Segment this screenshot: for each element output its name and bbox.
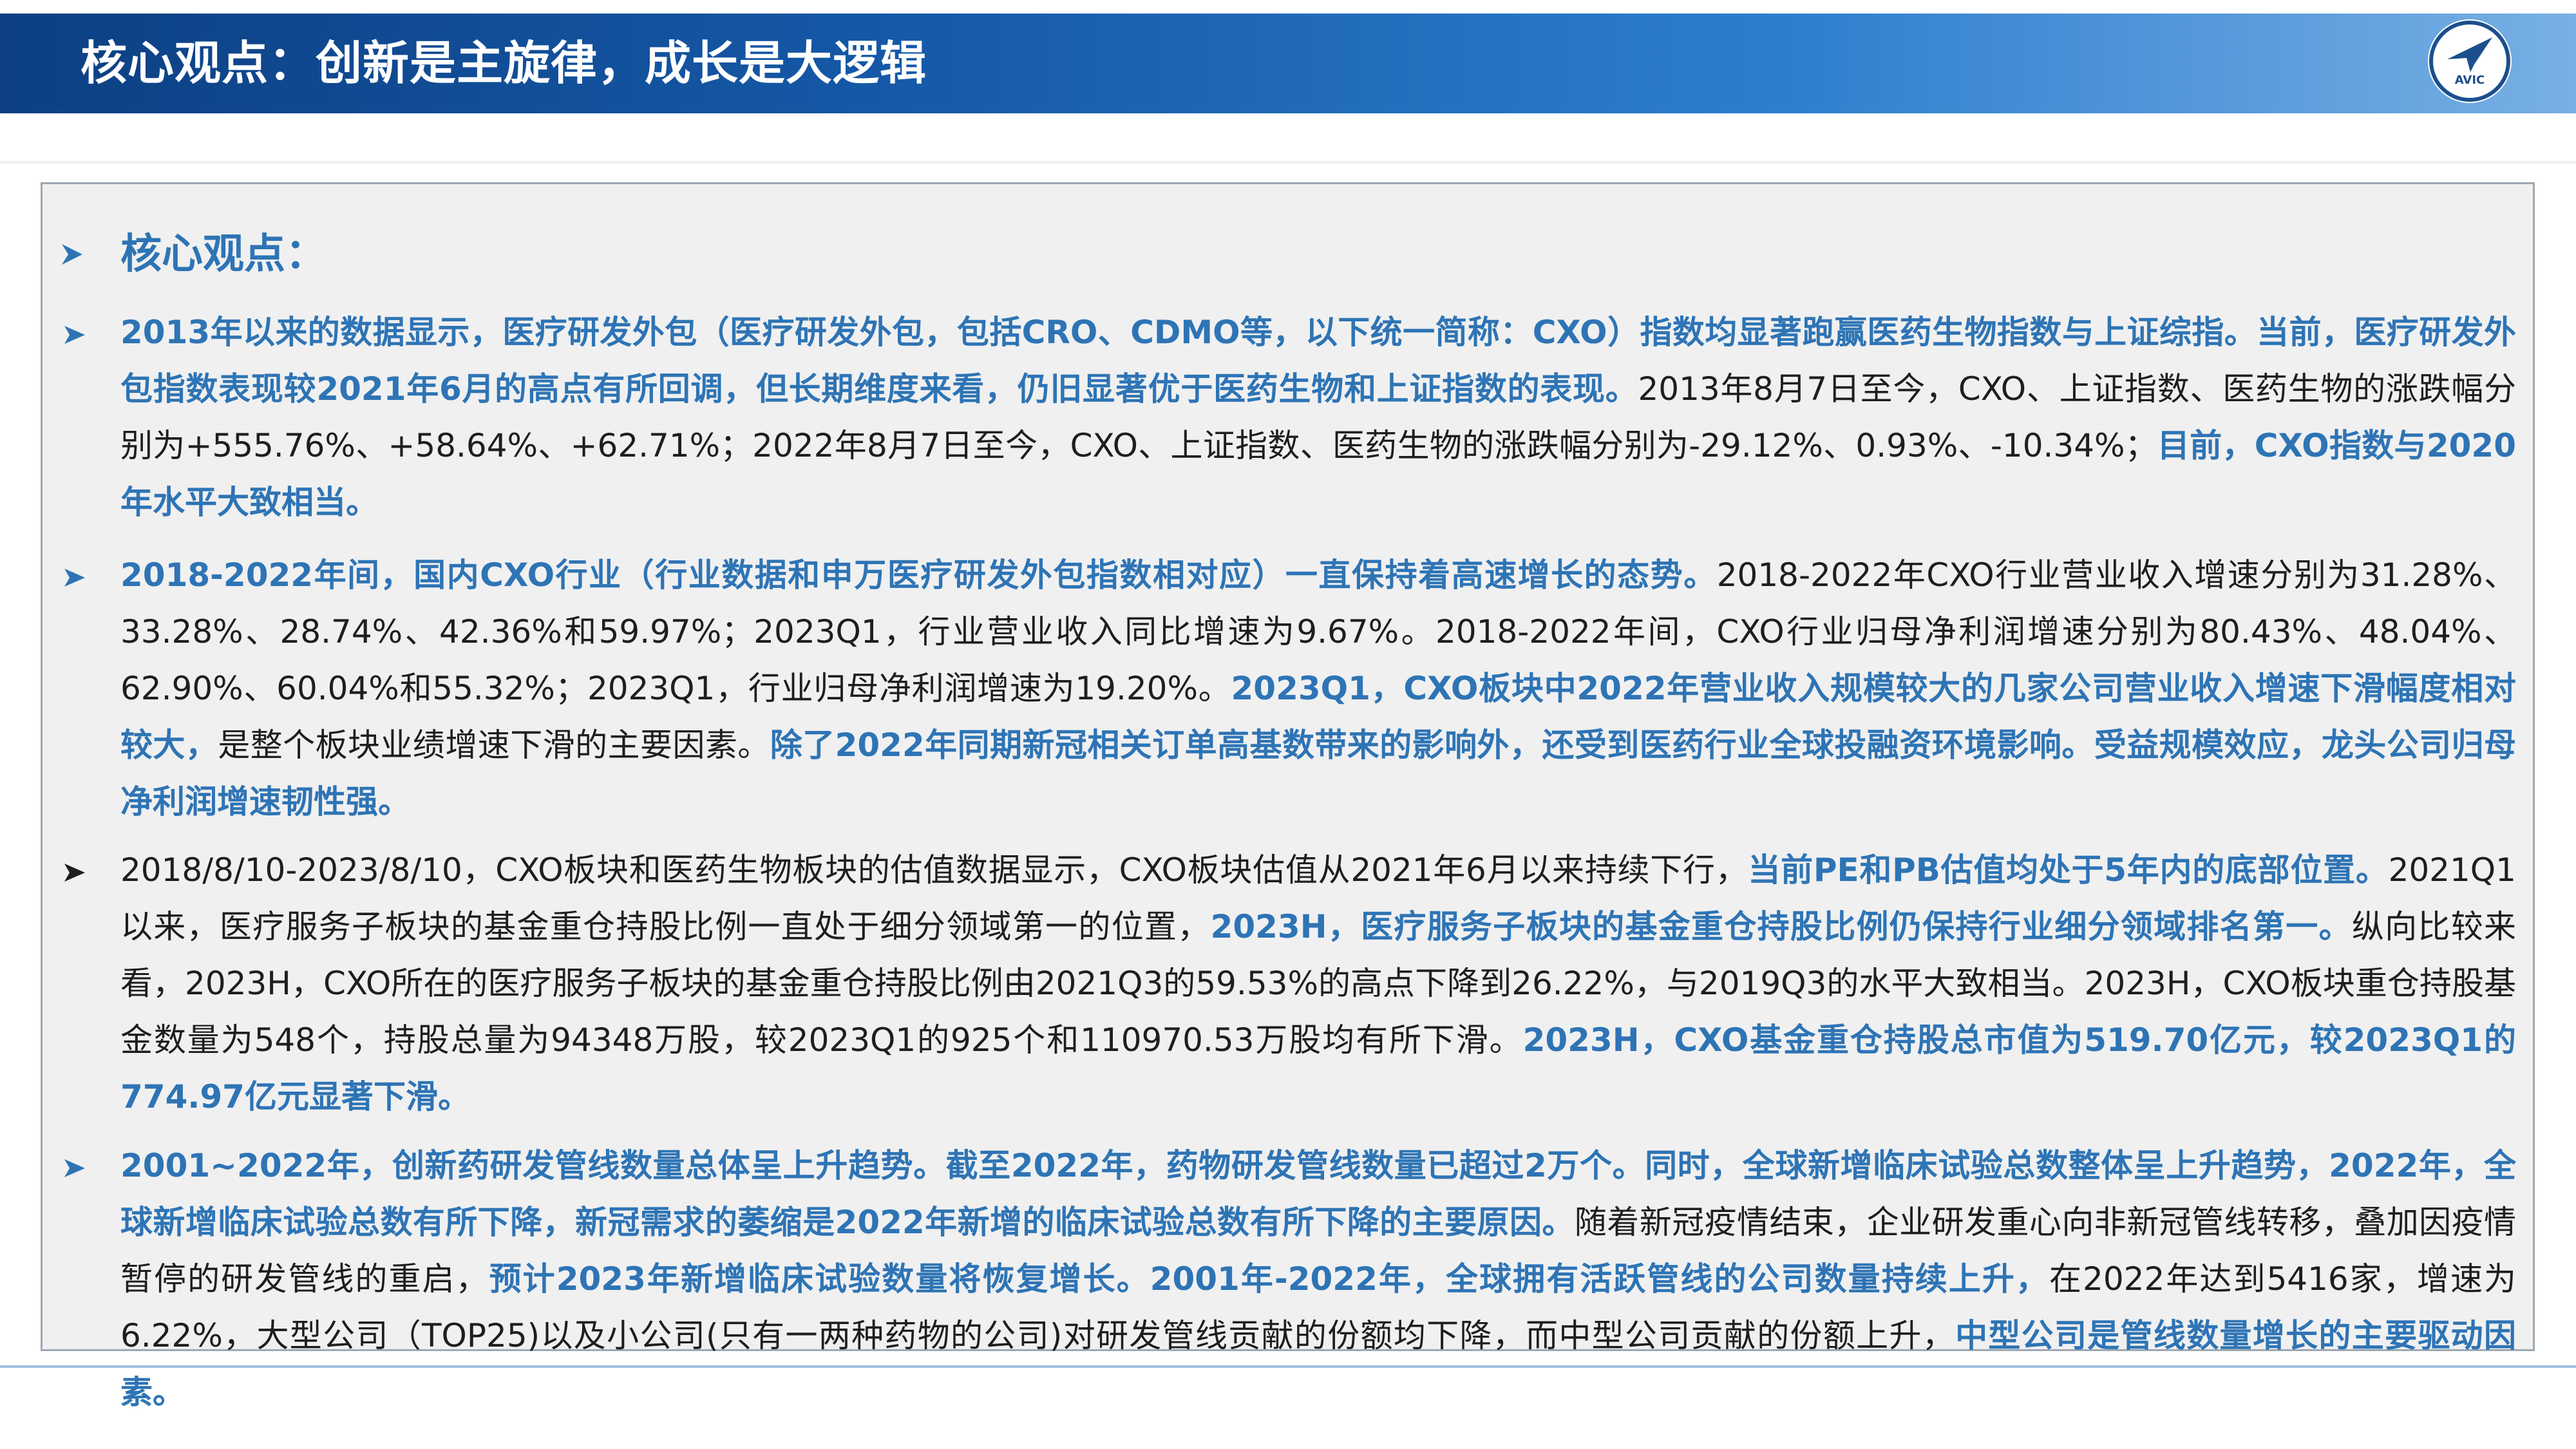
divider bbox=[0, 161, 2576, 164]
bullet-arrow-icon bbox=[62, 565, 88, 591]
highlight-text: 2018-2022年间，国内CXO行业（行业数据和申万医疗研发外包指数相对应）一… bbox=[120, 556, 1717, 594]
paragraph-3: 2018/8/10-2023/8/10，CXO板块和医药生物板块的估值数据显示，… bbox=[120, 842, 2516, 1125]
bottom-rule bbox=[0, 1365, 2576, 1368]
paragraph-2: 2018-2022年间，国内CXO行业（行业数据和申万医疗研发外包指数相对应）一… bbox=[120, 547, 2516, 830]
bullet-arrow-icon bbox=[62, 322, 88, 348]
header-bar: 核心观点：创新是主旋律，成长是大逻辑 bbox=[0, 14, 2576, 113]
highlight-text: 当前PE和PB估值均处于5年内的底部位置。 bbox=[1748, 851, 2389, 889]
body-text: 是整个板块业绩增速下滑的主要因素。 bbox=[218, 726, 770, 764]
highlight-text: 预计2023年新增临床试验数量将恢复增长。2001年-2022年，全球拥有活跃管… bbox=[489, 1260, 2049, 1298]
highlight-text: 2023H，医疗服务子板块的基金重仓持股比例仍保持行业细分领域排名第一。 bbox=[1210, 908, 2352, 945]
heading-label: 核心观点： bbox=[120, 231, 327, 278]
paragraph-1: 2013年以来的数据显示，医疗研发外包（医疗研发外包，包括CRO、CDMO等，以… bbox=[120, 304, 2516, 531]
logo-text: AVIC bbox=[2454, 73, 2485, 87]
body-text: 2018/8/10-2023/8/10，CXO板块和医药生物板块的估值数据显示，… bbox=[120, 851, 1748, 889]
paragraph-4: 2001~2022年，创新药研发管线数量总体呈上升趋势。截至2022年，药物研发… bbox=[120, 1137, 2516, 1421]
page-title: 核心观点：创新是主旋律，成长是大逻辑 bbox=[80, 36, 927, 90]
bullet-arrow-icon bbox=[62, 860, 88, 886]
heading-arrow-icon bbox=[59, 242, 85, 267]
avic-logo: AVIC bbox=[2428, 19, 2512, 103]
bullet-arrow-icon bbox=[62, 1155, 88, 1181]
plane-logo-icon bbox=[2429, 21, 2510, 102]
